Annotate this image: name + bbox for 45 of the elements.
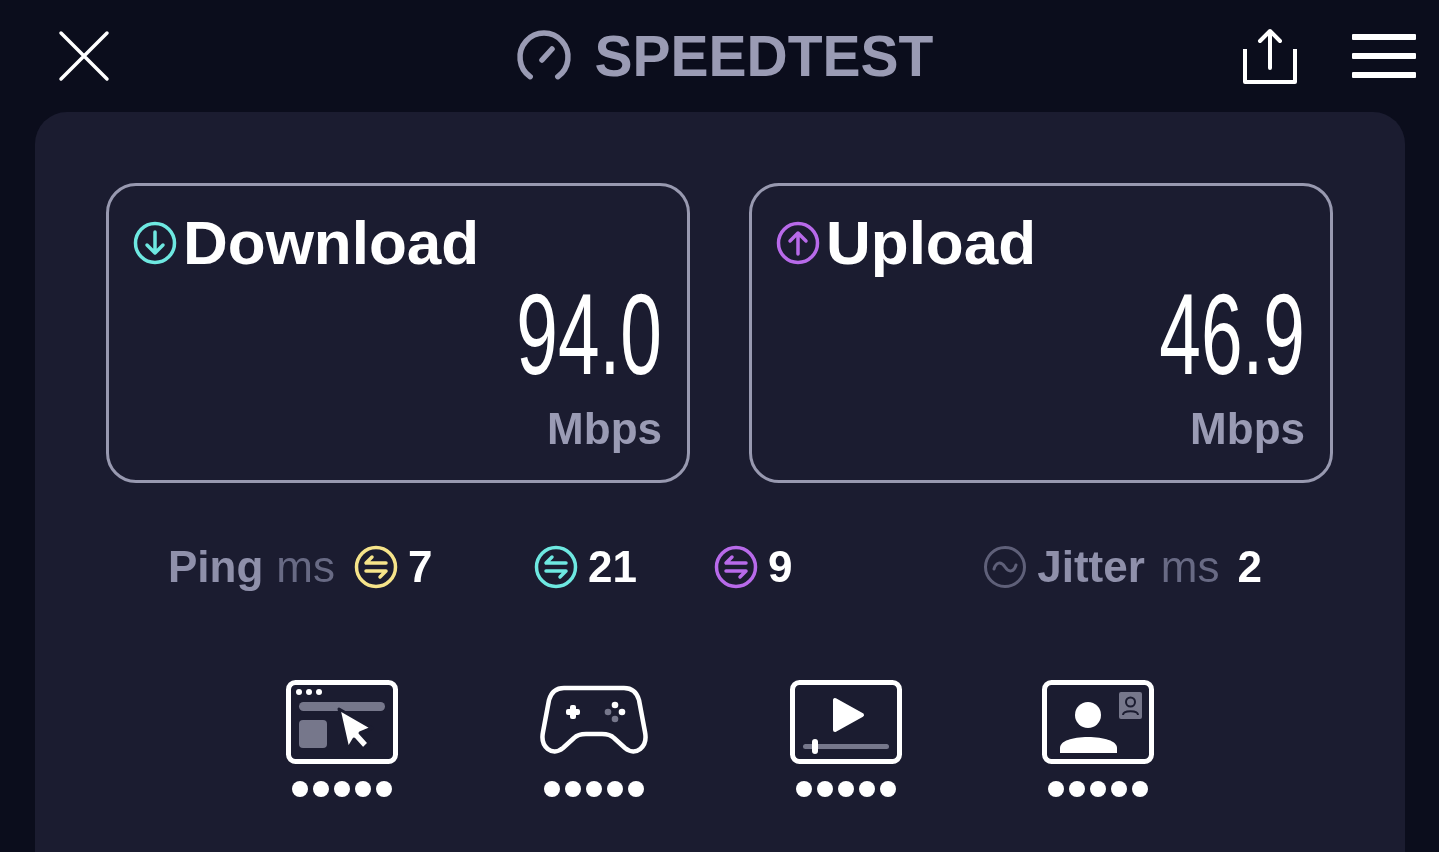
unit-label: ms bbox=[276, 545, 335, 589]
jitter-value: 2 bbox=[1237, 545, 1262, 589]
rating-dot-icon bbox=[333, 781, 350, 797]
ping-label: Ping bbox=[168, 545, 264, 589]
unit-label: Mbps bbox=[1190, 407, 1305, 451]
unit-label: ms bbox=[1160, 545, 1220, 589]
app-title: SPEEDTEST bbox=[594, 27, 934, 85]
speed-value: 94.0 bbox=[516, 277, 662, 392]
share-button[interactable] bbox=[1242, 27, 1298, 85]
rating-dot-icon bbox=[375, 781, 392, 797]
rating-dot-icon bbox=[1068, 781, 1085, 797]
rating-dot-icon bbox=[1131, 781, 1148, 797]
video-call-icon bbox=[1041, 680, 1154, 764]
close-icon bbox=[58, 30, 110, 82]
rating-dot-icon bbox=[312, 781, 329, 797]
rating-dot-icon bbox=[816, 781, 833, 797]
browser-cursor-icon bbox=[285, 680, 398, 764]
rating-dot-icon bbox=[837, 781, 854, 797]
video-player-icon bbox=[789, 680, 902, 764]
speedometer-icon bbox=[514, 29, 573, 83]
rating-dot-icon bbox=[291, 781, 308, 797]
ping-value: 9 bbox=[768, 545, 793, 589]
rating-dot-icon bbox=[543, 781, 560, 797]
close-button[interactable] bbox=[58, 30, 110, 82]
rating-dot-icon bbox=[1047, 781, 1064, 797]
share-icon bbox=[1242, 27, 1298, 85]
rating-dot-icon bbox=[627, 781, 644, 797]
wave-circle-icon bbox=[983, 545, 1028, 589]
rating-dot-icon bbox=[606, 781, 623, 797]
card-title: Download bbox=[183, 212, 480, 274]
speed-value: 46.9 bbox=[1159, 277, 1305, 392]
menu-icon bbox=[1352, 34, 1416, 78]
rating-dot-icon bbox=[858, 781, 875, 797]
rating-dot-icon bbox=[354, 781, 371, 797]
menu-button[interactable] bbox=[1352, 34, 1416, 78]
unit-label: Mbps bbox=[547, 407, 662, 451]
rating-dot-icon bbox=[1110, 781, 1127, 797]
rating-dot-icon bbox=[879, 781, 896, 797]
rating-dot-icon bbox=[585, 781, 602, 797]
ping-value: 7 bbox=[408, 545, 433, 589]
ping-value: 21 bbox=[588, 545, 637, 589]
jitter-label: Jitter bbox=[1037, 545, 1145, 589]
rating-dot-icon bbox=[564, 781, 581, 797]
rating-dot-icon bbox=[795, 781, 812, 797]
rating-dot-icon bbox=[1089, 781, 1106, 797]
